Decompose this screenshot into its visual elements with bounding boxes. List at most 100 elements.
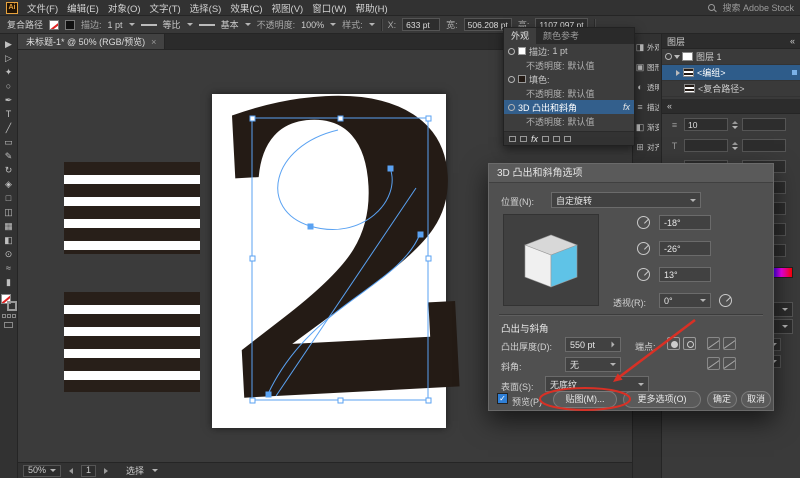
menu-item-effect[interactable]: 效果(C) [230,1,262,15]
screen-mode-icon[interactable] [4,322,13,328]
appearance-row-opacity[interactable]: 不透明度: 默认值 [504,86,634,100]
visibility-eye-icon[interactable] [665,53,672,60]
visibility-eye-icon[interactable] [508,48,515,55]
striped-artwork-top[interactable] [64,162,200,254]
field-input[interactable] [684,139,728,152]
chevron-down-icon[interactable] [245,23,251,26]
new-fill-icon[interactable] [520,136,527,142]
fill-swatch[interactable] [49,20,59,30]
menu-item-select[interactable]: 选择(S) [190,1,222,15]
surface-dropdown[interactable]: 无底纹 [545,376,649,392]
visibility-eye-icon[interactable] [508,76,515,83]
eyedropper-tool[interactable]: ⊙ [1,247,17,261]
paintbrush-tool[interactable]: ✎ [1,149,17,163]
column-graph-tool[interactable]: ▮ [1,275,17,289]
width-profile-value[interactable]: 等比 [163,18,181,31]
numeral-2-shape[interactable]: 2 [200,50,499,459]
rotate-tool[interactable]: ↻ [1,163,17,177]
rotate-x-field[interactable]: -18° [659,215,711,230]
position-dropdown[interactable]: 自定旋转 [551,192,701,208]
app-logo[interactable]: Ai [6,2,18,14]
menu-item-object[interactable]: 对象(O) [108,1,141,15]
cap-solid-icon[interactable] [667,337,680,350]
rotate-x-dial-icon[interactable] [637,216,650,229]
collapse-icon[interactable]: « [790,36,795,46]
bevel-height-icon[interactable] [707,357,720,370]
stepper[interactable] [732,142,738,150]
x-field[interactable]: 633 pt [402,18,440,31]
field-input[interactable] [742,118,786,131]
preview-checkbox[interactable]: ✓ [497,393,508,404]
zoom-level-select[interactable]: 50% [23,465,61,477]
cap-hollow-icon[interactable] [683,337,696,350]
fill-stroke-indicator[interactable] [1,294,17,311]
tab-color-guide[interactable]: 颜色参考 [536,28,586,44]
rotate-y-field[interactable]: -26° [659,241,711,256]
brush-definition-value[interactable]: 基本 [221,18,239,31]
prev-artboard-icon[interactable] [69,468,73,474]
stroke-color-swatch[interactable] [7,301,17,311]
menu-item-edit[interactable]: 编辑(E) [67,1,99,15]
appearance-row-3d-effect[interactable]: 3D 凸出和斜角 fx [504,100,634,114]
pen-tool[interactable]: ✒ [1,93,17,107]
stroke-swatch[interactable] [518,47,526,55]
next-artboard-icon[interactable] [104,468,108,474]
search-icon[interactable] [708,4,715,11]
fill-swatch[interactable] [518,75,526,83]
new-stroke-icon[interactable] [509,136,516,142]
free-transform-tool[interactable]: □ [1,191,17,205]
rotate-z-dial-icon[interactable] [637,268,650,281]
draw-normal-icon[interactable] [2,314,6,318]
lasso-tool[interactable]: ○ [1,79,17,93]
close-icon[interactable]: × [151,37,156,47]
layers-tab[interactable]: 图层 [667,35,685,48]
menu-item-type[interactable]: 文字(T) [150,1,181,15]
selection-indicator[interactable] [792,70,797,75]
track-cube[interactable] [503,214,599,306]
clear-appearance-icon[interactable] [542,136,549,142]
dock-stroke[interactable]: ≡描边 [633,97,661,117]
appearance-row-stroke[interactable]: 描边: 1 pt [504,44,634,58]
striped-artwork-bottom[interactable] [64,292,200,392]
scale-tool[interactable]: ◈ [1,177,17,191]
bevel-outside-icon[interactable] [707,337,720,350]
chevron-down-icon[interactable] [129,23,135,26]
dock-gradient[interactable]: ◧渐变 [633,117,661,137]
panel-menu-icon[interactable]: « [667,101,672,111]
rotate-z-field[interactable]: 13° [659,267,711,282]
layer-row[interactable]: <编组> [662,65,800,81]
perspective-dial-icon[interactable] [719,294,732,307]
shape-builder-tool[interactable]: ◫ [1,205,17,219]
stroke-weight-value[interactable]: 1 pt [108,20,123,30]
direct-selection-tool[interactable]: ▷ [1,51,17,65]
selection-tool[interactable]: ▶ [1,37,17,51]
menu-item-file[interactable]: 文件(F) [27,1,58,15]
draw-behind-icon[interactable] [7,314,11,318]
more-options-button[interactable]: 更多选项(O) [623,391,701,408]
current-tool-status[interactable]: 选择 [126,464,144,477]
stock-search-field[interactable]: 搜索 Adobe Stock [722,1,794,14]
visibility-eye-icon[interactable] [508,104,515,111]
magic-wand-tool[interactable]: ✦ [1,65,17,79]
bevel-inside-icon[interactable] [723,337,736,350]
menu-item-window[interactable]: 窗口(W) [312,1,346,15]
artboard-nav-field[interactable]: 1 [81,465,96,477]
rotate-y-dial-icon[interactable] [637,242,650,255]
menu-item-view[interactable]: 视图(V) [272,1,304,15]
type-tool[interactable]: T [1,107,17,121]
line-tool[interactable]: ╱ [1,121,17,135]
field-input[interactable]: 10 [684,118,728,131]
chevron-down-icon[interactable] [330,23,336,26]
dialog-title[interactable]: 3D 凸出和斜角选项 [489,164,773,183]
chevron-down-icon[interactable] [187,23,193,26]
tab-appearance[interactable]: 外观 [504,28,536,44]
gradient-tool[interactable]: ◧ [1,233,17,247]
field-input[interactable] [742,139,786,152]
bevel-dropdown[interactable]: 无 [565,357,621,372]
opacity-value[interactable]: 100% [301,20,324,30]
appearance-row-opacity[interactable]: 不透明度: 默认值 [504,58,634,72]
dock-graphic-styles[interactable]: ▣图形样式 [633,57,661,77]
fx-badge[interactable]: fx [623,102,630,112]
drawing-modes[interactable] [2,314,16,318]
dock-appearance[interactable]: ◨外观 [633,37,661,57]
